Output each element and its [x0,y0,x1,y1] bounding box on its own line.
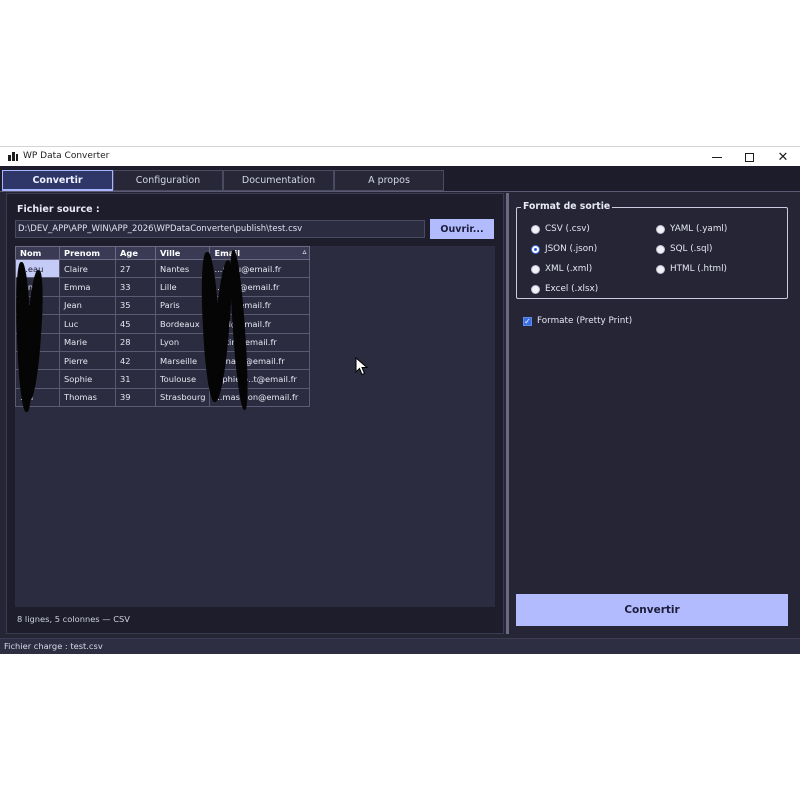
close-button[interactable]: ✕ [766,147,800,167]
options-panel: Format de sortie CSV (.csv) YAML (.yaml)… [510,193,796,634]
table-header-row: Nom Prenom Age Ville Email ▵ [15,246,311,260]
table-cell-prenom[interactable]: Emma [59,277,116,297]
table-row[interactable]: ...ntJean35Paris...nt@email.fr [15,295,311,316]
column-header-age[interactable]: Age [115,246,156,260]
column-header-nom[interactable]: Nom [15,246,60,260]
table-cell-age[interactable]: 28 [115,332,156,352]
table-cell-ville[interactable]: Marseille [154,350,211,371]
table-cell-prenom[interactable]: Sophie [59,369,116,389]
radio-icon [531,284,540,294]
format-option-yaml[interactable]: YAML (.yaml) [656,224,727,234]
mouse-cursor-icon [355,357,369,376]
table-cell-ville[interactable]: Lyon [154,332,211,352]
sort-icon: ▵ [302,247,307,256]
radio-selected-icon [531,244,540,254]
minimize-icon [712,156,722,158]
table-cell-age[interactable]: 42 [115,350,156,371]
app-icon [8,152,18,161]
splitter[interactable] [506,193,509,634]
radio-icon [531,264,540,274]
tab-strip: Convertir Configuration Documentation A … [0,166,800,192]
tab-a-propos[interactable]: A propos [334,170,444,191]
column-header-prenom[interactable]: Prenom [59,246,116,260]
table-cell-age[interactable]: 45 [115,314,156,334]
format-option-label: SQL (.sql) [670,244,713,254]
table-cell-email[interactable]: ...phie.p..t@email.fr [209,369,311,389]
format-option-json[interactable]: JSON (.json) [531,244,597,254]
table-cell-prenom[interactable]: Claire [59,258,116,279]
format-option-label: JSON (.json) [545,244,598,254]
output-format-title: Format de sortie [521,201,613,212]
radio-icon [531,224,540,234]
table-cell-age[interactable]: 35 [115,295,156,316]
format-option-label: HTML (.html) [670,264,727,274]
tab-configuration[interactable]: Configuration [113,170,223,191]
table-cell-age[interactable]: 39 [115,387,156,408]
status-bar: Fichier charge : test.csv [0,638,800,654]
data-grid[interactable]: Nom Prenom Age Ville Email ▵ ...eau Claire… [14,246,495,607]
minimize-button[interactable] [700,147,734,167]
tab-divider [0,191,800,192]
table-cell-prenom[interactable]: Jean [59,295,116,316]
title-bar: WP Data Converter ✕ [0,146,800,166]
format-option-html[interactable]: HTML (.html) [656,264,727,274]
pretty-print-checkbox[interactable]: ✓ Formate (Pretty Print) [523,316,632,326]
tab-documentation[interactable]: Documentation [223,170,334,191]
radio-icon [656,264,665,274]
format-option-label: Excel (.xlsx) [545,284,599,294]
table-cell-age[interactable]: 27 [115,258,156,279]
grid-status: 8 lignes, 5 colonnes — CSV [17,614,130,624]
table-cell-age[interactable]: 33 [115,277,156,297]
format-option-csv[interactable]: CSV (.csv) [531,224,590,234]
table-cell-email[interactable]: ...mas...on@email.fr [209,387,311,408]
format-option-xml[interactable]: XML (.xml) [531,264,592,274]
app-window: WP Data Converter ✕ Convertir Configurat… [0,146,800,654]
table-cell-ville[interactable]: Toulouse [154,369,211,389]
table-cell-ville[interactable]: Strasbourg [154,387,211,408]
format-option-sql[interactable]: SQL (.sql) [656,244,712,254]
tab-convertir[interactable]: Convertir [2,170,113,191]
checkmark-icon: ✓ [523,316,532,326]
radio-icon [656,244,665,254]
table-row[interactable]: ...rdPierre42Marseille...rnard@email.fr [15,350,311,371]
close-icon: ✕ [777,149,789,165]
window-title: WP Data Converter [23,151,110,161]
table-cell-prenom[interactable]: Thomas [59,387,116,408]
table-body: ...eau Claire 27 Nantes ...reau@email.fr ...n… [15,258,311,408]
table-row[interactable]: ...nMarie28Lyon...rtin@email.fr [15,332,311,352]
source-path-field[interactable]: D:\DEV_APP\APP_WIN\APP_2026\WPDataConver… [15,220,425,238]
table-row[interactable]: ...eau Claire 27 Nantes ...reau@email.fr [15,258,311,279]
maximize-icon [744,152,754,162]
table-cell-age[interactable]: 31 [115,369,156,389]
format-option-excel[interactable]: Excel (.xlsx) [531,284,598,294]
table-row[interactable]: ...tSophie31Toulouse...phie.p..t@email.f… [15,369,311,389]
table-row[interactable]: ...nThomas39Strasbourg...mas...on@email.… [15,387,311,408]
table-row[interactable]: ...nt Emma 33 Lille ...rent@email.fr [15,277,311,297]
maximize-button[interactable] [732,147,766,167]
convert-button[interactable]: Convertir [516,594,788,626]
source-panel: Fichier source : D:\DEV_APP\APP_WIN\APP_… [6,193,504,634]
table-cell-prenom[interactable]: Pierre [59,350,116,371]
open-file-button[interactable]: Ouvrir... [430,219,494,239]
radio-icon [656,224,665,234]
data-table: Nom Prenom Age Ville Email ▵ ...eau Claire… [15,246,311,408]
format-option-label: XML (.xml) [545,264,593,274]
source-label: Fichier source : [17,204,100,215]
table-cell-prenom[interactable]: Marie [59,332,116,352]
table-row[interactable]: ...dLuc45Bordeaux...rd@email.fr [15,314,311,334]
pretty-print-label: Formate (Pretty Print) [537,316,633,326]
column-header-ville[interactable]: Ville [154,246,211,260]
table-cell-prenom[interactable]: Luc [59,314,116,334]
output-format-group: Format de sortie CSV (.csv) YAML (.yaml)… [516,201,788,299]
column-header-email[interactable]: Email ▵ [209,246,311,260]
format-option-label: YAML (.yaml) [670,224,728,234]
format-option-label: CSV (.csv) [545,224,590,234]
